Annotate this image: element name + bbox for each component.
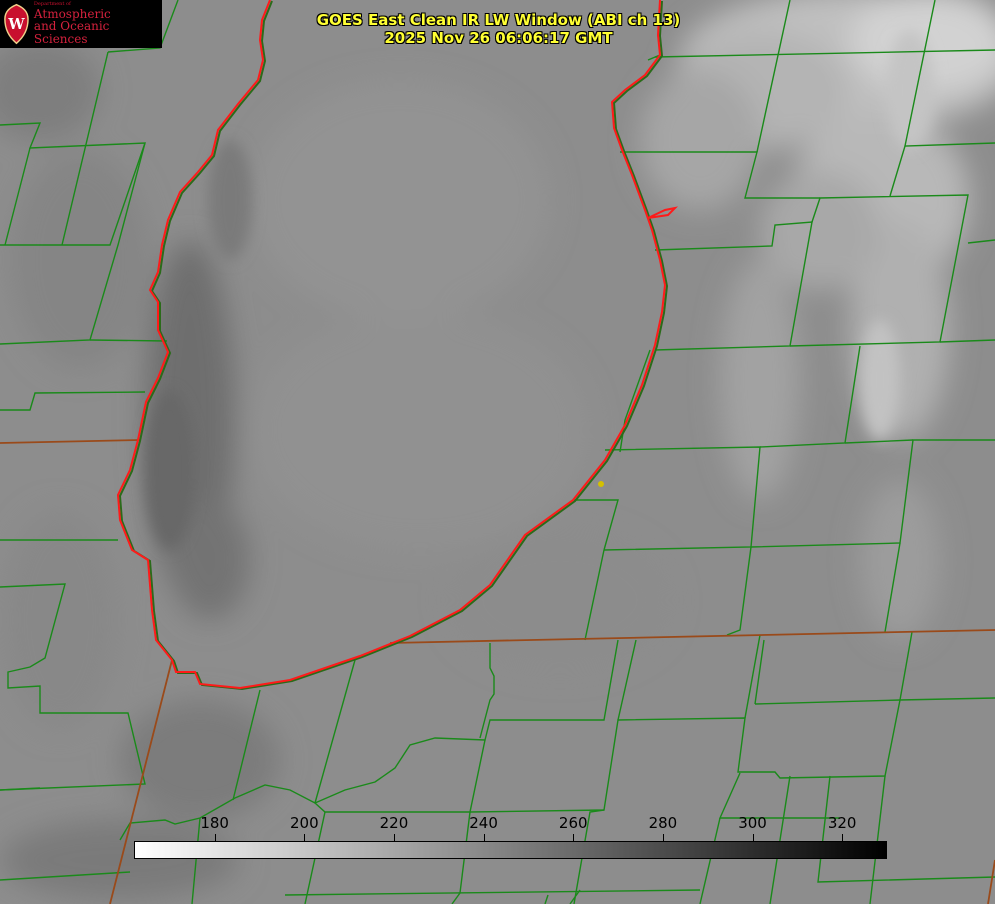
colorbar-tick bbox=[214, 834, 216, 841]
title-line-1: GOES East Clean IR LW Window (ABI ch 13) bbox=[316, 11, 681, 29]
colorbar-tick-label: 220 bbox=[379, 814, 409, 832]
colorbar-tick bbox=[483, 834, 485, 841]
colorbar-tick bbox=[662, 834, 664, 841]
satellite-map: W Department of Atmospheric and Oceanic … bbox=[0, 0, 995, 904]
colorbar-tick bbox=[393, 834, 395, 841]
location-marker bbox=[598, 481, 604, 487]
title-timestamp: 2025 Nov 26 06:06:17 GMT bbox=[384, 29, 613, 47]
temperature-colorbar bbox=[134, 841, 887, 859]
colorbar-tick-label: 260 bbox=[558, 814, 588, 832]
satellite-image bbox=[0, 0, 995, 904]
colorbar-tick-label: 320 bbox=[827, 814, 857, 832]
colorbar-tick bbox=[304, 834, 306, 841]
colorbar-tick-label: 180 bbox=[200, 814, 229, 832]
colorbar-tick bbox=[842, 834, 844, 841]
colorbar-tick-label: 240 bbox=[469, 814, 498, 832]
colorbar-tick-label: 300 bbox=[738, 814, 767, 832]
colorbar-tick-label: 200 bbox=[289, 814, 319, 832]
colorbar-tick bbox=[573, 834, 575, 841]
image-title: GOES East Clean IR LW Window (ABI ch 13)… bbox=[0, 11, 995, 47]
colorbar-tick bbox=[752, 834, 754, 841]
colorbar-tick-label: 280 bbox=[648, 814, 678, 832]
